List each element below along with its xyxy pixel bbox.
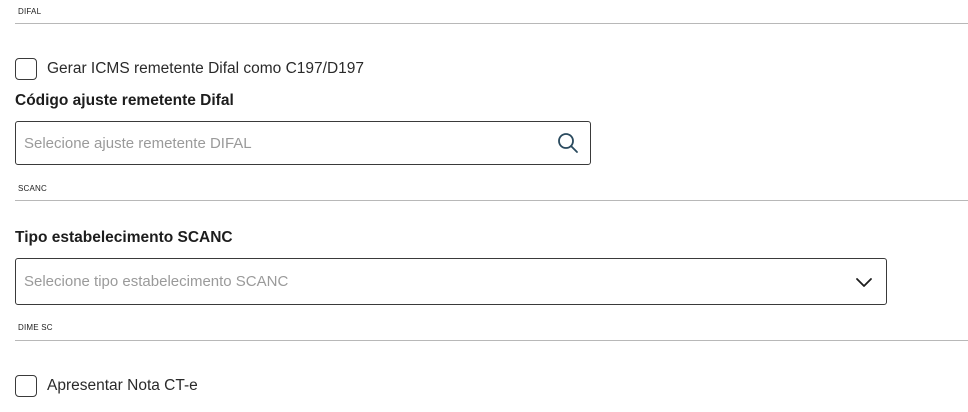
checkbox-box[interactable]: [15, 58, 37, 80]
checkbox-box[interactable]: [15, 375, 37, 397]
checkbox-label: Apresentar Nota CT-e: [47, 377, 198, 394]
section-divider-scanc: [15, 200, 968, 201]
search-icon[interactable]: [557, 132, 579, 154]
section-title-difal: DIFAL: [18, 7, 42, 16]
tipo-estabelecimento-select[interactable]: Selecione tipo estabelecimento SCANC: [15, 258, 887, 305]
checkbox-apresentar-nota-cte[interactable]: Apresentar Nota CT-e: [15, 375, 198, 397]
section-divider-difal: [15, 23, 968, 24]
checkbox-gerar-icms-remetente[interactable]: Gerar ICMS remetente Difal como C197/D19…: [15, 58, 364, 80]
chevron-down-icon[interactable]: [853, 271, 875, 293]
field-label-codigo-ajuste: Código ajuste remetente Difal: [15, 92, 234, 109]
section-divider-dime-sc: [15, 340, 968, 341]
checkbox-label: Gerar ICMS remetente Difal como C197/D19…: [47, 60, 365, 77]
codigo-ajuste-search-field[interactable]: [15, 121, 591, 165]
section-title-scanc: SCANC: [18, 184, 48, 193]
select-placeholder: Selecione tipo estabelecimento SCANC: [24, 273, 289, 290]
codigo-ajuste-search-input[interactable]: [16, 122, 557, 164]
section-title-dime-sc: DIME SC: [18, 323, 53, 332]
field-label-tipo-estabelecimento: Tipo estabelecimento SCANC: [15, 229, 233, 246]
